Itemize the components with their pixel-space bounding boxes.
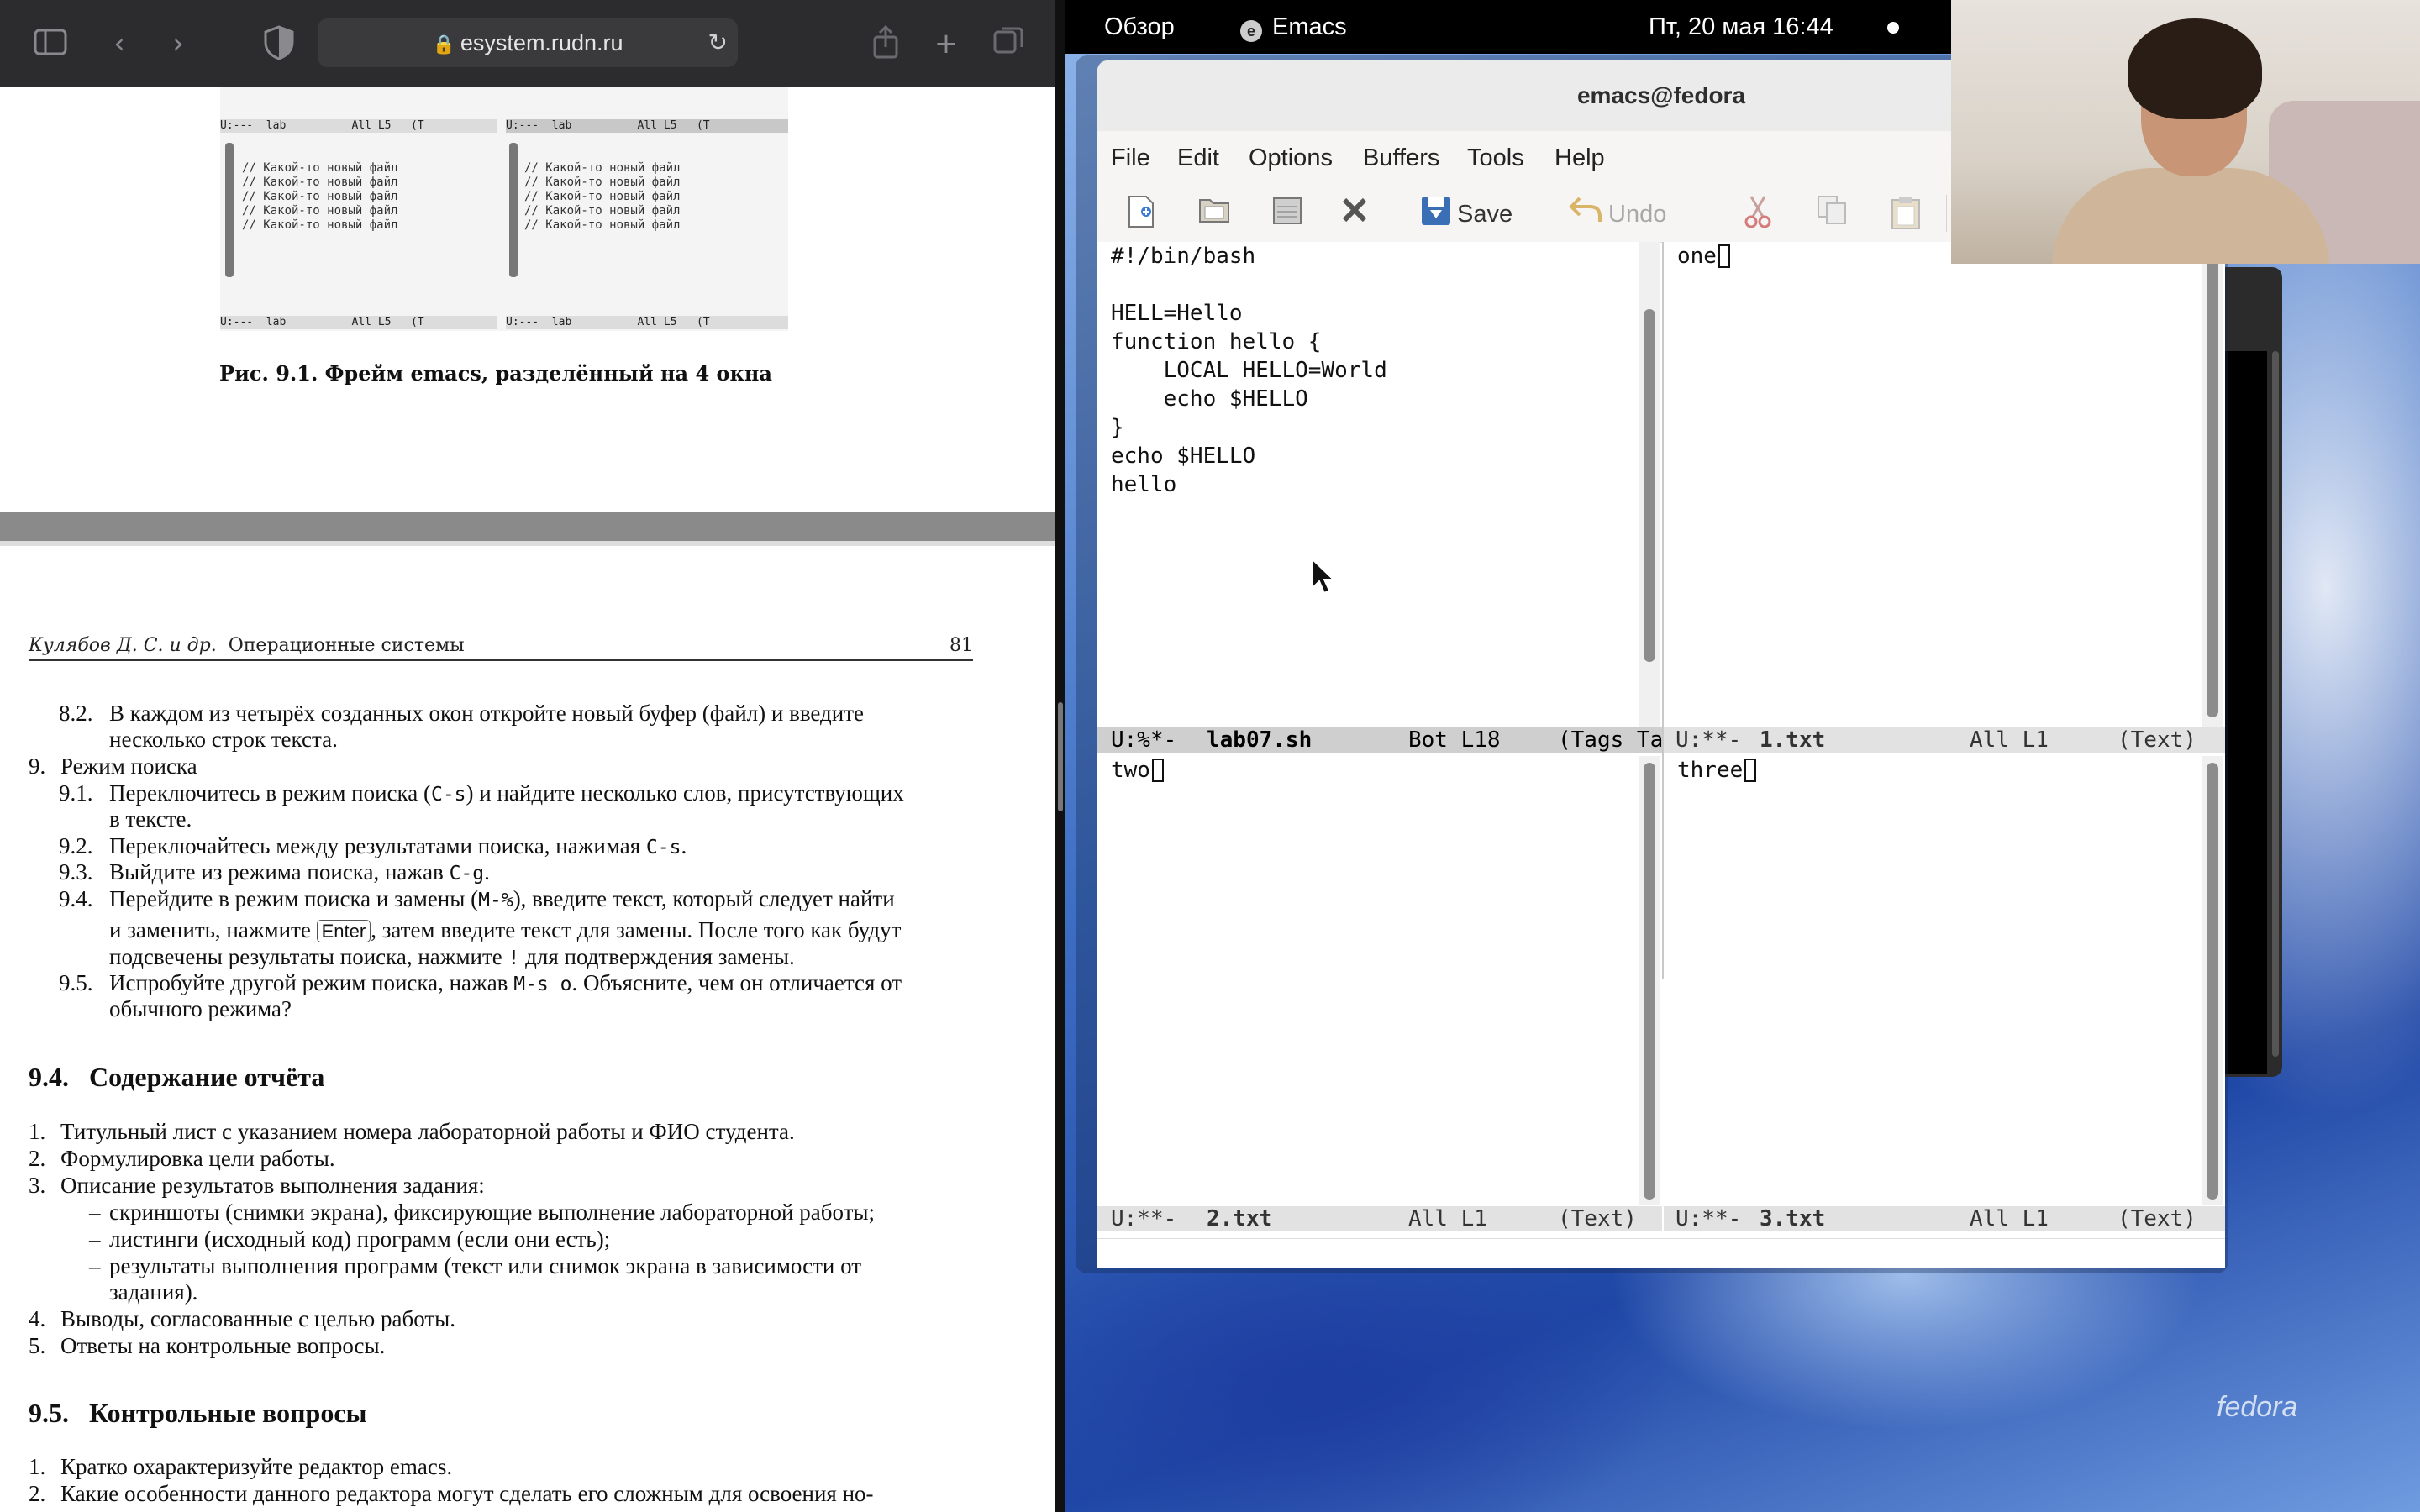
buffer-name: 3.txt (1760, 1206, 1826, 1231)
mode-line-lab07[interactable]: U:%*- lab07.sh Bot L18 (Tags Ta (1097, 727, 1662, 753)
buffer-name: 2.txt (1207, 1206, 1273, 1231)
menu-buffers[interactable]: Buffers (1363, 131, 1439, 185)
address-bar[interactable]: 🔒 esystem.rudn.ru ↻ (318, 18, 738, 67)
new-tab-icon[interactable]: + (926, 24, 966, 64)
split-view-divider[interactable] (1055, 0, 1065, 1512)
header-title: Операционные системы (228, 635, 465, 656)
mode-line-2txt[interactable]: U:**- 2.txt All L1 (Text) (1097, 1206, 1662, 1231)
undo-button[interactable]: Undo (1568, 193, 1666, 234)
browser-toolbar: ‹ › 🔒 esystem.rudn.ru ↻ + (0, 0, 1055, 87)
editor-pane-1txt[interactable]: one (1664, 242, 2202, 731)
tab-overview-icon[interactable] (988, 24, 1028, 64)
figure-scrollbar (509, 143, 518, 277)
page-number: 81 (950, 635, 973, 656)
menu-edit[interactable]: Edit (1177, 131, 1219, 185)
menu-tools[interactable]: Tools (1467, 131, 1524, 185)
text-cursor (1151, 759, 1164, 782)
figure-modeline-right: U:--- lab All L5 (T (506, 119, 788, 133)
page-separator (0, 512, 1055, 541)
figure-caption: Рис. 9.1. Фрейм emacs, разделённый на 4 … (219, 361, 772, 386)
pdf-figure-image: U:--- lab All L5 (T U:--- lab All L5 (T … (220, 87, 788, 331)
forward-icon[interactable]: › (158, 24, 198, 64)
figure-scrollbar (225, 143, 234, 277)
buffer-text: three (1677, 758, 1744, 783)
echo-area[interactable] (1097, 1238, 2225, 1268)
sidebar-icon[interactable] (30, 24, 71, 64)
emacs-app-icon: e (1240, 20, 1262, 42)
scrollbar[interactable] (2272, 351, 2279, 1057)
notification-dot-icon (1887, 22, 1899, 34)
share-icon[interactable] (865, 24, 906, 64)
back-icon[interactable]: ‹ (99, 24, 139, 64)
webcam-overlay (1951, 0, 2420, 264)
figure-text-left: // Какой-то новый файл// Какой-то новый … (242, 161, 398, 232)
activities-button[interactable]: Обзор (1104, 0, 1175, 54)
header-authors: Кулябов Д. С. и др. (29, 635, 217, 656)
figure-text-right: // Какой-то новый файл// Какой-то новый … (524, 161, 681, 232)
app-menu[interactable]: e Emacs (1240, 0, 1347, 54)
enter-key-glyph: Enter (316, 920, 371, 942)
buffer-text: two (1111, 758, 1150, 783)
figure-modeline-bottom-right: U:--- lab All L5 (T (506, 316, 788, 329)
editor-pane-3txt[interactable]: three (1664, 756, 2202, 1205)
privacy-shield-icon[interactable] (259, 24, 299, 64)
buffer-text[interactable]: #!/bin/bash HELL=Hello function hello { … (1111, 242, 1387, 499)
text-cursor (1744, 759, 1757, 782)
mode-line-1txt[interactable]: U:**- 1.txt All L1 (Text) (1664, 727, 2225, 753)
lock-icon: 🔒 (432, 34, 455, 55)
scrollbar[interactable] (1639, 242, 1660, 731)
new-file-icon[interactable] (1124, 193, 1158, 234)
scrollbar[interactable] (2202, 756, 2223, 1205)
divider-grip[interactable] (1058, 702, 1063, 811)
clock[interactable]: Пт, 20 мая 16:44 (1649, 0, 1833, 54)
section-heading-questions: 9.5. Контрольные вопросы (29, 1398, 367, 1428)
copy-icon[interactable] (1815, 193, 1849, 234)
fedora-watermark: fedora (2217, 1391, 2298, 1423)
save-button[interactable]: Save (1420, 193, 1512, 234)
editor-pane-lab07[interactable]: #!/bin/bash HELL=Hello function hello { … (1097, 242, 1652, 731)
menu-file[interactable]: File (1111, 131, 1150, 185)
reload-icon[interactable]: ↻ (708, 18, 728, 67)
scrollbar[interactable] (1639, 756, 1660, 1205)
editor-pane-2txt[interactable]: two (1097, 756, 1652, 1205)
browser-window: ‹ › 🔒 esystem.rudn.ru ↻ + U:--- lab All L… (0, 0, 1055, 1512)
menu-help[interactable]: Help (1555, 131, 1605, 185)
buffer-name: 1.txt (1760, 727, 1826, 753)
section-heading-report: 9.4. Содержание отчёта (29, 1062, 325, 1092)
desktop: Обзор eEmacs Пт, 20 мая 16:44 ✕ emacs@fe… (1065, 0, 2420, 1512)
open-folder-icon[interactable] (1197, 193, 1234, 234)
dired-icon[interactable] (1269, 193, 1306, 234)
paste-icon[interactable] (1889, 193, 1923, 234)
figure-modeline-left: U:--- lab All L5 (T (220, 119, 497, 133)
cut-icon[interactable] (1741, 193, 1775, 234)
close-buffer-icon[interactable] (1338, 193, 1371, 234)
mouse-pointer-icon (1312, 558, 1336, 595)
running-header: Кулябов Д. С. и др. Операционные системы… (29, 635, 973, 661)
address-text: esystem.rudn.ru (460, 30, 623, 55)
page-gap (0, 541, 1055, 546)
text-cursor (1718, 244, 1730, 268)
mode-line-3txt[interactable]: U:**- 3.txt All L1 (Text) (1664, 1206, 2225, 1231)
buffer-text: one (1677, 244, 1717, 269)
figure-modeline-bottom-left: U:--- lab All L5 (T (220, 316, 497, 329)
menu-options[interactable]: Options (1249, 131, 1333, 185)
scrollbar[interactable] (2202, 242, 2223, 731)
buffer-name: lab07.sh (1207, 727, 1313, 753)
